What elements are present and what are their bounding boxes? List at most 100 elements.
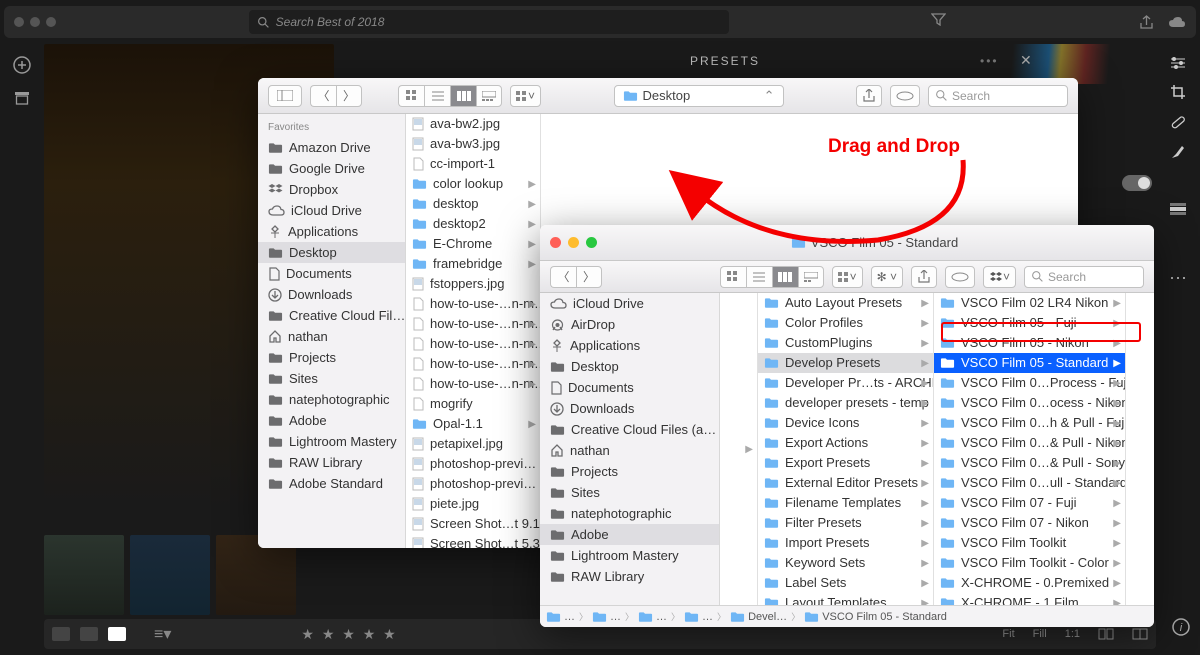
sidebar-item[interactable]: RAW Library — [540, 566, 719, 587]
1to1-btn[interactable]: 1:1 — [1065, 628, 1080, 640]
view-icon-grid[interactable] — [398, 85, 424, 107]
folder-item[interactable]: VSCO Film 07 - Nikon▶ — [934, 513, 1125, 533]
sliders-icon[interactable] — [1169, 56, 1187, 70]
archive-icon[interactable] — [14, 90, 30, 106]
tags-button[interactable] — [945, 266, 975, 288]
folder-item[interactable]: VSCO Film 02 LR4 Nikon▶ — [934, 293, 1125, 313]
view-mode-grid2[interactable] — [80, 627, 98, 641]
folder-item[interactable]: VSCO Film 0…ull - Standard▶ — [934, 473, 1125, 493]
thumb[interactable] — [130, 535, 210, 615]
arrange-button[interactable]: ˅ — [832, 266, 863, 288]
forward-button[interactable]: 〉 — [576, 266, 602, 288]
folder-item[interactable]: Develop Presets▶ — [758, 353, 933, 373]
back-button[interactable]: 〈 — [550, 266, 576, 288]
view-icon-columns[interactable] — [772, 266, 798, 288]
sidebar-item[interactable]: Projects — [540, 461, 719, 482]
sidebar-item[interactable]: Desktop — [258, 242, 405, 263]
folder-item[interactable]: Label Sets▶ — [758, 573, 933, 593]
action-button[interactable]: ✻ ˅ — [871, 266, 903, 288]
finder1-titlebar[interactable]: 〈 〉 ˅ Desktop ⌃ Search — [258, 78, 1078, 114]
preset-toggle[interactable] — [1122, 175, 1152, 191]
file-item[interactable]: Screen Shot…t 9.1… — [406, 514, 540, 534]
path-crumb[interactable]: … — [592, 611, 621, 623]
finder2-pathbar[interactable]: …〉…〉…〉…〉Devel…〉VSCO Film 05 - Standard — [540, 605, 1154, 627]
sidebar-item[interactable]: AirDrop — [540, 314, 719, 335]
folder-item[interactable]: VSCO Film 0…Process - Fuji▶ — [934, 373, 1125, 393]
finder-window-2[interactable]: VSCO Film 05 - Standard 〈 〉 ˅ ✻ ˅ ˅ Sear… — [540, 225, 1154, 627]
folder-item[interactable]: VSCO Film 0…h & Pull - Fuji▶ — [934, 413, 1125, 433]
sidebar-item[interactable]: Adobe Standard — [258, 473, 405, 494]
path-crumb[interactable]: … — [546, 611, 575, 623]
folder-item[interactable]: VSCO Film 0…& Pull - Nikon▶ — [934, 433, 1125, 453]
folder-item[interactable]: developer presets - temp▶ — [758, 393, 933, 413]
folder-item[interactable]: VSCO Film Toolkit▶ — [934, 533, 1125, 553]
sidebar-item[interactable]: iCloud Drive — [258, 200, 405, 221]
sort-icon[interactable]: ≡▾ — [154, 624, 171, 644]
sidebar-item[interactable]: Sites — [258, 368, 405, 389]
forward-button[interactable]: 〉 — [336, 85, 362, 107]
sidebar-item[interactable]: Amazon Drive — [258, 137, 405, 158]
finder2-colA[interactable]: Auto Layout Presets▶Color Profiles▶Custo… — [758, 293, 934, 605]
path-location[interactable]: Desktop ⌃ — [614, 85, 784, 107]
finder1-search[interactable]: Search — [928, 85, 1068, 107]
path-crumb[interactable]: Devel… — [730, 611, 787, 623]
view-mode-grid[interactable] — [52, 627, 70, 641]
folder-item[interactable]: Export Presets▶ — [758, 453, 933, 473]
folder-item[interactable]: VSCO Film 05 - Standard▶ — [934, 353, 1125, 373]
folder-item[interactable]: VSCO Film 0…& Pull - Sony▶ — [934, 453, 1125, 473]
folder-item[interactable]: VSCO Film 07 - Fuji▶ — [934, 493, 1125, 513]
crop-icon[interactable] — [1170, 84, 1186, 100]
rating-stars[interactable]: ★ ★ ★ ★ ★ — [301, 626, 397, 643]
file-item[interactable]: ava-bw2.jpg — [406, 114, 540, 134]
share-button[interactable] — [911, 266, 937, 288]
gradient-icon[interactable] — [1169, 202, 1187, 216]
file-item[interactable]: cc-import-1 — [406, 154, 540, 174]
folder-item[interactable]: Layout Templates▶ — [758, 593, 933, 605]
add-icon[interactable] — [13, 56, 31, 74]
fill-btn[interactable]: Fill — [1033, 628, 1047, 640]
view-icon-columns[interactable] — [450, 85, 476, 107]
folder-item[interactable]: Import Presets▶ — [758, 533, 933, 553]
sidebar-toggle[interactable] — [268, 85, 302, 107]
folder-item[interactable]: VSCO Film 05 - Nikon▶ — [934, 333, 1125, 353]
folder-item[interactable]: External Editor Presets▶ — [758, 473, 933, 493]
app-search[interactable]: Search Best of 2018 — [249, 10, 729, 34]
file-item[interactable]: photoshop-previ… — [406, 454, 540, 474]
more-icon[interactable]: ⋯ — [1169, 268, 1187, 289]
file-item[interactable]: how-to-use-…n-m…▶ — [406, 374, 540, 394]
file-item[interactable]: piete.jpg — [406, 494, 540, 514]
more-dots-icon[interactable]: ••• — [980, 54, 999, 68]
sidebar-item[interactable]: Applications — [540, 335, 719, 356]
folder-item[interactable]: Keyword Sets▶ — [758, 553, 933, 573]
folder-item[interactable]: Device Icons▶ — [758, 413, 933, 433]
sidebar-item[interactable]: iCloud Drive — [540, 293, 719, 314]
sidebar-item[interactable]: natephotographic — [258, 389, 405, 410]
file-item[interactable]: ava-bw3.jpg — [406, 134, 540, 154]
brush-icon[interactable] — [1170, 144, 1186, 160]
file-item[interactable]: E-Chrome▶ — [406, 234, 540, 254]
view-icon-gallery[interactable] — [476, 85, 502, 107]
file-item[interactable]: fstoppers.jpg — [406, 274, 540, 294]
compare-icon[interactable] — [1098, 628, 1114, 640]
folder-item[interactable]: Filter Presets▶ — [758, 513, 933, 533]
file-item[interactable]: photoshop-previ… — [406, 474, 540, 494]
share-button[interactable] — [856, 85, 882, 107]
folder-item[interactable]: CustomPlugins▶ — [758, 333, 933, 353]
file-item[interactable]: desktop2▶ — [406, 214, 540, 234]
sidebar-item[interactable]: Downloads — [540, 398, 719, 419]
sidebar-item[interactable]: Documents — [540, 377, 719, 398]
finder2-titlebar[interactable]: VSCO Film 05 - Standard — [540, 225, 1154, 261]
file-item[interactable]: how-to-use-…n-m…▶ — [406, 334, 540, 354]
file-item[interactable]: how-to-use-…n-m…▶ — [406, 294, 540, 314]
folder-item[interactable]: X-CHROME - 1.Film▶ — [934, 593, 1125, 605]
folder-item[interactable]: Filename Templates▶ — [758, 493, 933, 513]
sidebar-item[interactable]: Downloads — [258, 284, 405, 305]
folder-item[interactable]: Developer Pr…ts - ARCHIVE▶ — [758, 373, 933, 393]
tags-button[interactable] — [890, 85, 920, 107]
compare-icon-2[interactable] — [1132, 628, 1148, 640]
view-icon-grid[interactable] — [720, 266, 746, 288]
sidebar-item[interactable]: Applications — [258, 221, 405, 242]
path-crumb[interactable]: VSCO Film 05 - Standard — [804, 611, 947, 623]
sidebar-item[interactable]: Google Drive — [258, 158, 405, 179]
sidebar-item[interactable]: Projects — [258, 347, 405, 368]
